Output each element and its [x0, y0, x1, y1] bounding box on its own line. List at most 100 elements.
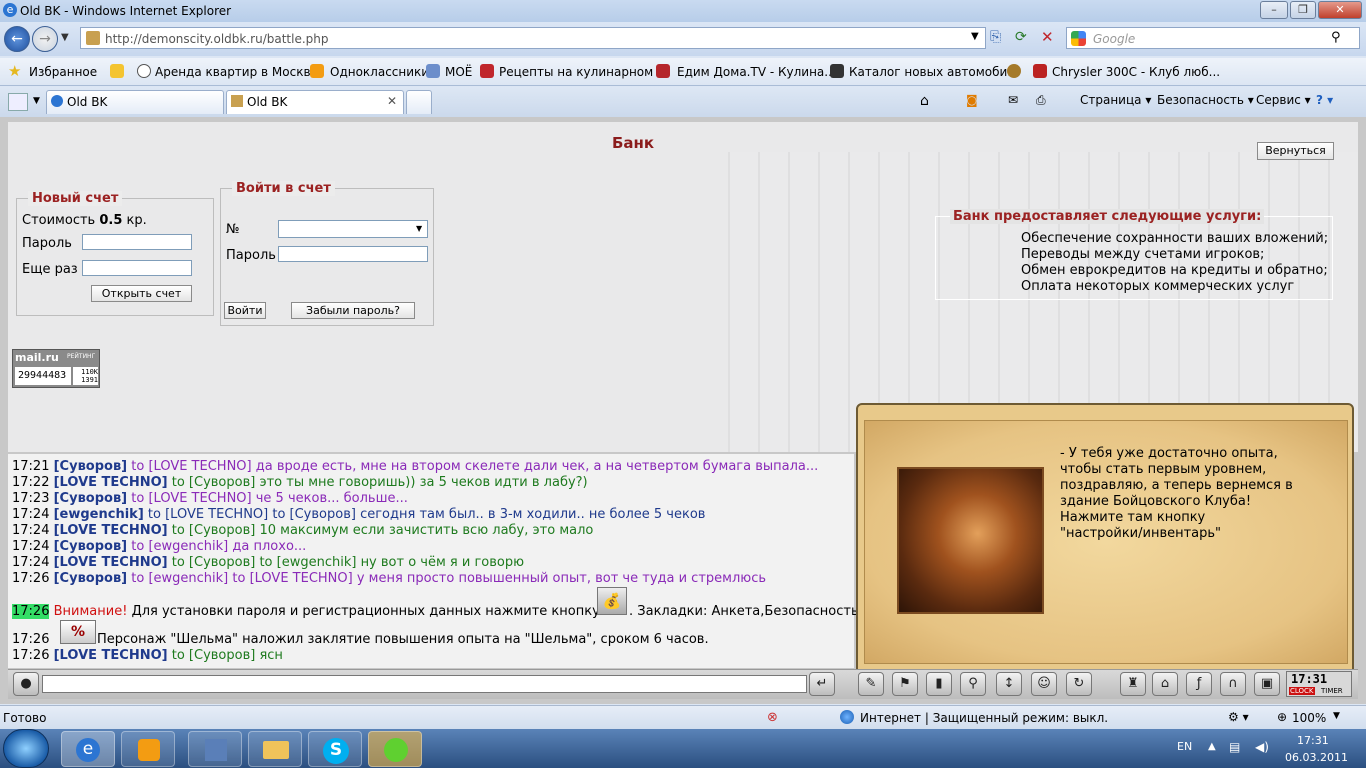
- refresh-icon[interactable]: ⟳: [1015, 29, 1027, 45]
- chat-to[interactable]: to [LOVE TECHNO]: [131, 459, 251, 474]
- settings-bag-icon[interactable]: 💰: [597, 587, 627, 615]
- skills-icon[interactable]: ƒ: [1186, 672, 1212, 696]
- chat-nick[interactable]: [Суворов]: [54, 539, 128, 554]
- chat-to[interactable]: to [Суворов] это ты мне говоришь)): [172, 475, 416, 490]
- refresh-chat-icon[interactable]: ↻: [1066, 672, 1092, 696]
- fav-item-6[interactable]: Каталог новых автомоби...: [849, 65, 1019, 79]
- taskbar-skype[interactable]: S: [308, 731, 362, 767]
- popup-blocker-icon[interactable]: ⊗: [767, 710, 778, 725]
- chat-to[interactable]: to [Суворов]: [172, 523, 256, 538]
- print-icon[interactable]: ⎙: [1036, 93, 1046, 108]
- chat-msg: 10 максимум если зачистить всю лабу, это…: [259, 523, 594, 538]
- new-tab-button[interactable]: [406, 90, 432, 114]
- search-icon[interactable]: ⚲: [1331, 30, 1341, 45]
- level-icon[interactable]: ↕: [996, 672, 1022, 696]
- taskbar-media[interactable]: [121, 731, 175, 767]
- protected-mode-icon[interactable]: ⚙ ▾: [1228, 710, 1249, 724]
- chat-nick[interactable]: [LOVE TECHNO]: [54, 555, 168, 570]
- login-button[interactable]: Войти: [224, 302, 266, 319]
- favorites-star-icon[interactable]: ★: [8, 62, 21, 80]
- search-box[interactable]: Google ⚲: [1066, 27, 1360, 49]
- minimize-button[interactable]: –: [1260, 1, 1288, 19]
- filter-icon[interactable]: ⚑: [892, 672, 918, 696]
- address-bar[interactable]: http://demonscity.oldbk.ru/battle.php ▼: [80, 27, 986, 49]
- tray-date[interactable]: 06.03.2011: [1285, 751, 1348, 764]
- start-button[interactable]: [3, 729, 49, 768]
- mailru-counter[interactable]: mail.ru РЕЙТИНГ 29944483 110K 1391: [12, 349, 100, 388]
- stop-icon[interactable]: ✕: [1041, 28, 1054, 46]
- chat-to[interactable]: to [LOVE TECHNO] to [Суворов]: [148, 507, 356, 522]
- fav-item-3[interactable]: МОЁ: [445, 65, 472, 79]
- tools-menu[interactable]: Сервис ▾: [1256, 93, 1311, 107]
- close-window-button[interactable]: ✕: [1318, 1, 1362, 19]
- send-icon[interactable]: ↵: [809, 672, 835, 696]
- taskbar-app[interactable]: [188, 731, 242, 767]
- chat-to[interactable]: to [LOVE TECHNO]: [131, 491, 251, 506]
- chat-to[interactable]: to [ewgenchik] to [LOVE TECHNO]: [131, 571, 352, 586]
- open-account-button[interactable]: Открыть счет: [91, 285, 192, 302]
- chat-nick[interactable]: [Суворов]: [54, 459, 128, 474]
- headphones-icon[interactable]: ∩: [1220, 672, 1246, 696]
- feeds-icon[interactable]: ◙: [966, 93, 978, 107]
- chat-nick[interactable]: [Суворов]: [54, 491, 128, 506]
- help-icon[interactable]: ? ▾: [1316, 93, 1333, 107]
- compat-view-icon[interactable]: ⎘: [990, 29, 1001, 45]
- zoom-level[interactable]: 100%: [1292, 711, 1326, 725]
- chat-nick[interactable]: [LOVE TECHNO]: [54, 523, 168, 538]
- history-dropdown-icon[interactable]: ▼: [61, 32, 69, 43]
- address-dropdown-icon[interactable]: ▼: [971, 31, 979, 42]
- account-number-select[interactable]: ▼: [278, 220, 428, 238]
- volume-icon[interactable]: ◀): [1255, 740, 1269, 754]
- taskbar-icq[interactable]: [368, 731, 422, 767]
- back-to-city-button[interactable]: Вернуться: [1257, 142, 1334, 160]
- fav-item-5[interactable]: Едим Дома.TV - Кулина...: [677, 65, 836, 79]
- bag-icon[interactable]: ♜: [1120, 672, 1146, 696]
- new-password-input[interactable]: [82, 234, 192, 250]
- chat-mode-icon[interactable]: ●: [13, 672, 39, 696]
- tab-1[interactable]: Old BK: [46, 90, 224, 114]
- language-indicator[interactable]: EN: [1177, 740, 1192, 753]
- walk-icon[interactable]: ⚲: [960, 672, 986, 696]
- inventory-icon[interactable]: ▣: [1254, 672, 1280, 696]
- maximize-button[interactable]: ❐: [1290, 1, 1316, 19]
- home-game-icon[interactable]: ⌂: [1152, 672, 1178, 696]
- fav-item-2[interactable]: Одноклассники: [330, 65, 429, 79]
- ie-tab-icon: [51, 95, 63, 107]
- add-favorite-icon[interactable]: [110, 64, 124, 78]
- chat-nick[interactable]: [ewgenchik]: [54, 507, 144, 522]
- close-tab-icon[interactable]: ✕: [387, 94, 397, 108]
- chat-to[interactable]: to [ewgenchik]: [131, 539, 228, 554]
- zoom-dropdown-icon[interactable]: ▼: [1333, 711, 1340, 721]
- favorites-button[interactable]: Избранное: [29, 65, 97, 79]
- tray-icon[interactable]: ▤: [1229, 740, 1240, 754]
- clear-chat-icon[interactable]: ✎: [858, 672, 884, 696]
- tray-arrow-icon[interactable]: ▲: [1208, 741, 1216, 752]
- tab-list-dropdown-icon[interactable]: ▼: [33, 96, 40, 106]
- page-menu[interactable]: Страница ▾: [1080, 93, 1151, 107]
- fav-item-4[interactable]: Рецепты на кулинарном ...: [499, 65, 668, 79]
- taskbar-ie[interactable]: e: [61, 731, 115, 767]
- back-button[interactable]: ←: [4, 26, 30, 52]
- login-password-input[interactable]: [278, 246, 428, 262]
- chat-input[interactable]: [42, 675, 807, 693]
- fav-item-1[interactable]: Аренда квартир в Москв...: [155, 65, 322, 79]
- home-icon[interactable]: ⌂: [920, 93, 929, 109]
- repeat-password-input[interactable]: [82, 260, 192, 276]
- safety-menu[interactable]: Безопасность ▾: [1157, 93, 1254, 107]
- tray-time[interactable]: 17:31: [1297, 734, 1329, 747]
- chat-nick[interactable]: [LOVE TECHNO]: [54, 648, 168, 663]
- fav-item-7[interactable]: Chrysler 300C - Клуб люб...: [1052, 65, 1220, 79]
- exit-icon[interactable]: ▮: [926, 672, 952, 696]
- forgot-password-button[interactable]: Забыли пароль?: [291, 302, 415, 319]
- quick-tabs-icon[interactable]: [8, 93, 28, 111]
- chat-nick[interactable]: [LOVE TECHNO]: [54, 475, 168, 490]
- taskbar-explorer[interactable]: [248, 731, 302, 767]
- chat-to[interactable]: to [Суворов]: [172, 648, 256, 663]
- smiley-icon[interactable]: ☺: [1031, 672, 1057, 696]
- tab-2-active[interactable]: Old BK ✕: [226, 90, 404, 114]
- forward-button[interactable]: →: [32, 26, 58, 52]
- zoom-icon[interactable]: ⊕: [1277, 710, 1287, 724]
- mail-icon[interactable]: ✉: [1008, 93, 1018, 107]
- chat-to[interactable]: to [Суворов] to [ewgenchik]: [172, 555, 357, 570]
- chat-nick[interactable]: [Суворов]: [54, 571, 128, 586]
